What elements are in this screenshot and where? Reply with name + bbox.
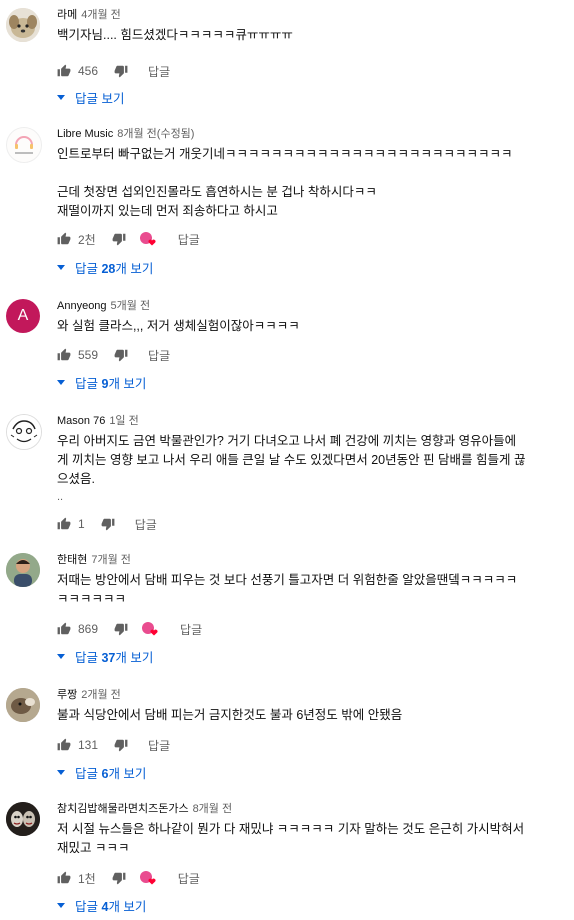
reply-button[interactable]: 답글 <box>148 347 170 364</box>
comment-author[interactable]: Mason 76 <box>57 415 105 427</box>
view-replies-label: 답글 37개 보기 <box>75 651 154 665</box>
like-count: 1 <box>78 517 85 531</box>
like-count: 559 <box>78 348 99 362</box>
like-count: 2천 <box>78 232 96 247</box>
comment-text: 저 시절 뉴스들은 하나같이 뭔가 다 재밌냐 ㅋㅋㅋㅋㅋ 기자 말하는 것도 … <box>57 822 525 855</box>
avatar[interactable]: A <box>6 299 40 333</box>
caret-down-icon <box>57 903 65 908</box>
creator-heart-icon <box>142 622 160 636</box>
comment-time[interactable]: 2개월 전 <box>81 689 121 701</box>
like-count: 456 <box>78 64 99 78</box>
view-replies-button[interactable]: 답글 28개 보기 <box>57 258 153 277</box>
view-replies-label: 답글 28개 보기 <box>75 262 154 276</box>
thumbs-down-icon[interactable] <box>112 232 126 246</box>
view-replies-button[interactable]: 답글 4개 보기 <box>57 896 146 915</box>
puppy-avatar-image <box>6 8 40 42</box>
caret-down-icon <box>57 95 65 100</box>
comment-text: 불과 식당안에서 담배 피는거 금지한것도 불과 6년정도 밖에 안됐음 <box>57 708 403 722</box>
comment-author[interactable]: 루짱 <box>57 689 77 701</box>
comment-author[interactable]: 한태현 <box>57 554 87 566</box>
comment-time[interactable]: 4개월 전 <box>81 9 121 21</box>
like-count: 1천 <box>78 871 96 886</box>
comment-time[interactable]: 5개월 전 <box>111 300 151 312</box>
thumbs-down-icon[interactable] <box>114 64 128 78</box>
libre-music-logo-icon <box>7 128 41 162</box>
like-count: 131 <box>78 738 99 752</box>
thumbs-down-icon[interactable] <box>114 738 128 752</box>
reply-button[interactable]: 답글 <box>148 63 170 80</box>
comment-author[interactable]: Libre Music <box>57 128 113 140</box>
avatar[interactable] <box>6 688 40 722</box>
thumbs-up-icon[interactable] <box>57 517 71 531</box>
avatar[interactable] <box>6 127 42 163</box>
sketch-avatar-image <box>7 415 41 449</box>
reply-button[interactable]: 답글 <box>135 516 157 533</box>
reply-button[interactable]: 답글 <box>178 870 200 887</box>
comment-author[interactable]: 라메 <box>57 9 77 21</box>
view-replies-button[interactable]: 답글 37개 보기 <box>57 647 153 666</box>
view-replies-button[interactable]: 답글 6개 보기 <box>57 763 146 782</box>
reply-button[interactable]: 답글 <box>148 737 170 754</box>
thumbs-up-icon[interactable] <box>57 348 71 362</box>
comment-actions: 131 답글 <box>57 737 170 753</box>
read-more-ellipsis[interactable]: .. <box>57 491 564 503</box>
view-replies-button[interactable]: 답글 보기 <box>57 88 125 107</box>
thumbs-up-icon[interactable] <box>57 232 71 246</box>
view-replies-button[interactable]: 답글 9개 보기 <box>57 373 146 392</box>
thumbs-up-icon[interactable] <box>57 622 71 636</box>
comment-actions: 869 답글 <box>57 621 202 637</box>
comment-time[interactable]: 8개월 전 <box>193 803 233 815</box>
comment-time[interactable]: 7개월 전 <box>91 554 131 566</box>
reply-button[interactable]: 답글 <box>180 621 202 638</box>
thumbs-up-icon[interactable] <box>57 871 71 885</box>
caret-down-icon <box>57 654 65 659</box>
thumbs-down-icon[interactable] <box>114 348 128 362</box>
view-replies-label: 답글 보기 <box>75 92 125 106</box>
comment-text: 와 실험 클라스,,, 저거 생체실험이잖아ㅋㅋㅋㅋ <box>57 319 300 333</box>
comment-author[interactable]: Annyeong <box>57 300 107 312</box>
child-photo-avatar-image <box>6 553 40 587</box>
comment-actions: 1 답글 <box>57 516 157 532</box>
comment-text: 저때는 방안에서 담배 피우는 것 보다 선풍기 틀고자면 더 위험한줄 알았을… <box>57 573 518 606</box>
comment-author[interactable]: 참치김밥해물라면치즈돈가스 <box>57 803 189 815</box>
caret-down-icon <box>57 265 65 270</box>
comment-time[interactable]: 8개월 전(수정됨) <box>117 128 194 140</box>
comment-text: 백기자님.... 힘드셨겠다ㅋㅋㅋㅋㅋ큐ㅠㅠㅠㅠ <box>57 28 293 42</box>
like-count: 869 <box>78 622 99 636</box>
avatar[interactable] <box>6 8 40 42</box>
view-replies-label: 답글 4개 보기 <box>75 900 147 914</box>
dark-photo-avatar-image <box>6 802 40 836</box>
comment-actions: 2천 답글 <box>57 231 200 247</box>
creator-heart-icon <box>139 232 158 246</box>
thumbs-down-icon[interactable] <box>114 622 128 636</box>
view-replies-label: 답글 9개 보기 <box>75 377 147 391</box>
comment-text: 우리 아버지도 금연 박물관인가? 거기 다녀오고 나서 폐 건강에 끼치는 영… <box>57 434 526 486</box>
comment-actions: 559 답글 <box>57 347 170 363</box>
avatar[interactable] <box>6 553 40 587</box>
thumbs-up-icon[interactable] <box>57 738 71 752</box>
comment-text: 인트로부터 빠구없는거 개웃기네ㅋㅋㅋㅋㅋㅋㅋㅋㅋㅋㅋㅋㅋㅋㅋㅋㅋㅋㅋㅋㅋㅋㅋㅋ… <box>57 147 513 218</box>
avatar[interactable] <box>6 414 42 450</box>
thumbs-up-icon[interactable] <box>57 64 71 78</box>
avatar-letter: A <box>17 307 29 324</box>
thumbs-down-icon[interactable] <box>112 871 126 885</box>
avatar[interactable] <box>6 802 40 836</box>
view-replies-label: 답글 6개 보기 <box>75 767 147 781</box>
animal-photo-avatar-image <box>6 688 40 722</box>
comment-actions: 456 답글 <box>57 63 170 79</box>
thumbs-down-icon[interactable] <box>101 517 115 531</box>
comment-time[interactable]: 1일 전 <box>109 415 138 427</box>
reply-button[interactable]: 답글 <box>178 231 200 248</box>
caret-down-icon <box>57 770 65 775</box>
comment-actions: 1천 답글 <box>57 870 200 886</box>
caret-down-icon <box>57 380 65 385</box>
creator-heart-icon <box>139 871 158 885</box>
